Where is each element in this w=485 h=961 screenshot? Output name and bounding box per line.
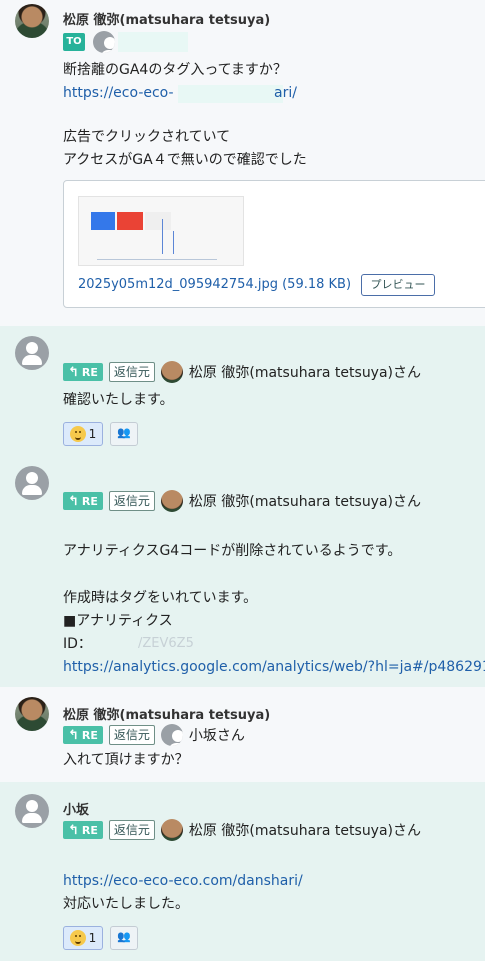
reply-target-avatar[interactable]	[160, 361, 183, 383]
message-text: ■アナリティクス	[63, 613, 173, 629]
reply-badge[interactable]: ↰ RE	[63, 363, 103, 381]
reply-target-name[interactable]: 松原 徹弥(matsuhara tetsuya)さん	[189, 820, 421, 840]
smile-emoji-icon	[69, 930, 86, 946]
reply-badge[interactable]: ↰ RE	[63, 726, 103, 744]
reply-reference: ↰ RE 返信元 松原 徹弥(matsuhara tetsuya)さん	[63, 819, 421, 841]
thumbnail-blue-block	[91, 212, 115, 230]
reply-target-avatar[interactable]	[160, 724, 183, 746]
reply-target-name[interactable]: 松原 徹弥(matsuhara tetsuya)さん	[189, 362, 421, 382]
redacted-link-part	[178, 85, 283, 103]
thumbnail-chart-line	[97, 239, 217, 260]
reply-source-button[interactable]: 返信元	[108, 491, 155, 511]
reaction-bar: 1 👥	[63, 422, 138, 446]
sender-avatar[interactable]	[15, 697, 49, 731]
reply-label: RE	[81, 823, 98, 837]
thumbnail-red-block	[117, 212, 143, 230]
reaction-count: 1	[88, 931, 97, 945]
reaction-bar: 1 👥	[63, 926, 138, 950]
recipient-avatar[interactable]	[93, 31, 115, 53]
message-text: 入れて頂けますか？	[63, 752, 189, 768]
message-text: アクセスがGA４で無いので確認でした	[63, 152, 307, 168]
message-2: ↰ RE 返信元 松原 徹弥(matsuhara tetsuya)さん 確認いた…	[0, 326, 485, 458]
reply-reference: ↰ RE 返信元 松原 徹弥(matsuhara tetsuya)さん	[63, 361, 421, 383]
redacted-recipient-name	[118, 32, 188, 52]
sender-avatar[interactable]	[15, 4, 49, 38]
reply-target-avatar[interactable]	[160, 819, 183, 841]
reply-source-button[interactable]: 返信元	[108, 725, 155, 745]
reaction-users-button[interactable]: 👥	[110, 422, 138, 446]
reaction-count: 1	[88, 427, 97, 441]
smile-emoji-icon	[69, 426, 86, 442]
message-link-prefix[interactable]: https://eco-eco-	[63, 82, 174, 104]
reply-arrow-icon: ↰	[68, 364, 79, 380]
reply-source-button[interactable]: 返信元	[108, 820, 155, 840]
message-link-suffix[interactable]: ari/	[274, 82, 297, 104]
analytics-id-fragment: /ZEV6Z5	[138, 636, 194, 651]
message-text: 対応いたしました。	[63, 896, 189, 912]
to-badge: TO	[63, 33, 85, 51]
sender-name[interactable]: 松原 徹弥(matsuhara tetsuya)	[63, 9, 270, 28]
message-5: 小坂 ↰ RE 返信元 松原 徹弥(matsuhara tetsuya)さん h…	[0, 782, 485, 961]
thumbnail-chart-spike	[173, 231, 174, 254]
message-text: 作成時はタグをいれています。	[63, 590, 258, 606]
reply-badge[interactable]: ↰ RE	[63, 492, 103, 510]
reply-reference: ↰ RE 返信元 小坂さん	[63, 724, 245, 746]
sender-name[interactable]: 松原 徹弥(matsuhara tetsuya)	[63, 704, 270, 723]
reply-target-name[interactable]: 小坂さん	[189, 725, 245, 745]
reply-target-avatar[interactable]	[160, 490, 183, 512]
thumbnail-gray-block	[145, 212, 171, 230]
reply-label: RE	[81, 365, 98, 379]
message-text: 広告でクリックされていて	[63, 129, 231, 145]
reaction-button[interactable]: 1	[63, 422, 103, 446]
users-icon: 👥	[117, 930, 131, 943]
analytics-link[interactable]: https://analytics.google.com/analytics/w…	[63, 656, 485, 678]
reply-arrow-icon: ↰	[68, 493, 79, 509]
message-3: ↰ RE 返信元 松原 徹弥(matsuhara tetsuya)さん アナリテ…	[0, 458, 485, 687]
message-text: 断捨離のGA4のタグ入ってますか？	[63, 62, 287, 78]
sender-avatar[interactable]	[15, 794, 49, 828]
reply-target-name[interactable]: 松原 徹弥(matsuhara tetsuya)さん	[189, 491, 421, 511]
thumbnail-chart-spike	[162, 219, 163, 254]
reaction-users-button[interactable]: 👥	[110, 926, 138, 950]
message-link[interactable]: https://eco-eco-eco.com/danshari/	[63, 870, 303, 892]
attachment-file-name[interactable]: 2025y05m12d_095942754.jpg (59.18 KB)	[78, 277, 351, 292]
reply-reference: ↰ RE 返信元 松原 徹弥(matsuhara tetsuya)さん	[63, 490, 421, 512]
users-icon: 👥	[117, 426, 131, 439]
message-text: アナリティクスG4コードが削除されているようです。	[63, 543, 402, 559]
reply-arrow-icon: ↰	[68, 727, 79, 743]
reply-source-button[interactable]: 返信元	[108, 362, 155, 382]
sender-avatar[interactable]	[15, 336, 49, 370]
preview-button[interactable]: プレビュー	[361, 274, 435, 296]
sender-name[interactable]: 小坂	[63, 799, 89, 818]
reply-label: RE	[81, 728, 98, 742]
reaction-button[interactable]: 1	[63, 926, 103, 950]
reply-badge[interactable]: ↰ RE	[63, 821, 103, 839]
message-4: 松原 徹弥(matsuhara tetsuya) ↰ RE 返信元 小坂さん 入…	[0, 687, 485, 782]
message-text: ID：	[63, 636, 92, 652]
message-1: 松原 徹弥(matsuhara tetsuya) TO 断捨離のGA4のタグ入っ…	[0, 0, 485, 326]
image-attachment[interactable]: 2025y05m12d_095942754.jpg (59.18 KB) プレビ…	[63, 180, 485, 308]
reply-label: RE	[81, 494, 98, 508]
image-thumbnail[interactable]	[78, 196, 244, 266]
sender-avatar[interactable]	[15, 466, 49, 500]
message-text: 確認いたします。	[63, 392, 174, 408]
reply-arrow-icon: ↰	[68, 822, 79, 838]
